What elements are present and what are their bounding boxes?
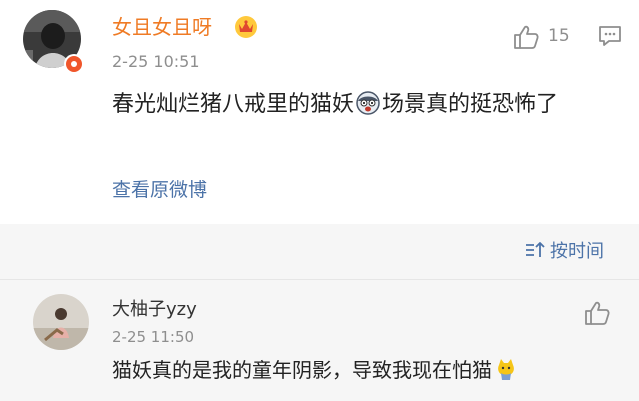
reply-text: 猫妖真的是我的童年阴影，导致我现在怕猫 (112, 356, 520, 384)
reply-timestamp: 2-25 11:50 (112, 328, 195, 346)
thumbs-up-icon[interactable] (583, 300, 611, 326)
cat-emoji-icon (498, 359, 514, 380)
sort-label: 按时间 (550, 241, 604, 262)
crown-badge-icon (235, 16, 257, 38)
view-original-link[interactable]: 查看原微博 (112, 177, 207, 203)
sort-by-time-button[interactable]: 按时间 (524, 240, 604, 264)
comment-timestamp: 2-25 10:51 (112, 52, 200, 71)
reply-comment-icon[interactable] (597, 24, 623, 48)
sort-icon (526, 242, 545, 257)
replier-avatar[interactable] (33, 294, 89, 350)
commenter-username[interactable]: 女且女且呀 (112, 14, 212, 40)
comment-text: 春光灿烂猪八戒里的猫妖 场景真的挺恐怖了 (112, 88, 612, 122)
thumbs-up-icon[interactable] (512, 24, 540, 50)
comment-text-part1: 春光灿烂猪八戒里的猫妖 (112, 92, 355, 117)
scared-face-emoji-icon (356, 91, 380, 115)
comment-text-part2: 场景真的挺恐怖了 (382, 92, 559, 117)
divider (0, 279, 639, 280)
reply-text-body: 猫妖真的是我的童年阴影，导致我现在怕猫 (112, 358, 492, 382)
replier-username[interactable]: 大柚子yzy (112, 298, 197, 322)
like-count: 15 (548, 26, 570, 46)
verified-badge-icon (64, 54, 84, 74)
